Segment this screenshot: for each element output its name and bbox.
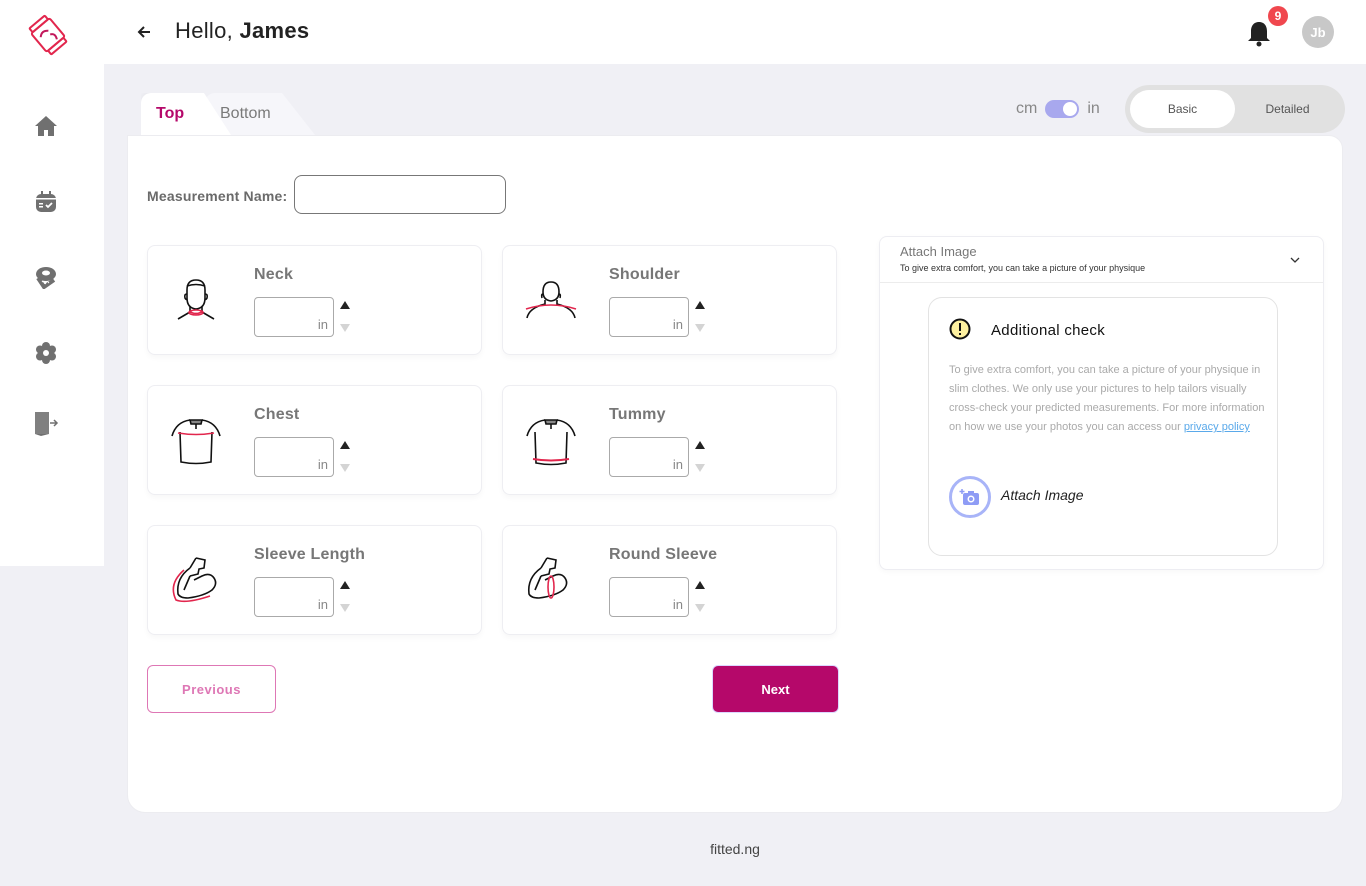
measurement-name-input[interactable] xyxy=(294,175,506,214)
decrement-arrow-icon[interactable] xyxy=(695,324,705,332)
avatar[interactable]: Jb xyxy=(1302,16,1334,48)
field-input-box: in xyxy=(609,437,689,477)
fitted-logo[interactable] xyxy=(28,14,68,56)
unit-label: in xyxy=(672,597,683,612)
attach-image-button[interactable]: Attach Image xyxy=(1001,487,1084,503)
notification-badge: 9 xyxy=(1268,6,1288,26)
field-label: Shoulder xyxy=(609,266,680,283)
measurement-field-neck: Neck in xyxy=(147,245,482,355)
unit-label: in xyxy=(317,457,328,472)
unit-label: in xyxy=(672,457,683,472)
shoulder-icon xyxy=(523,274,579,330)
additional-check-title: Additional check xyxy=(991,322,1106,339)
field-input-box: in xyxy=(254,297,334,337)
previous-button[interactable]: Previous xyxy=(147,665,276,713)
increment-arrow-icon[interactable] xyxy=(695,581,705,589)
measurement-name-label: Measurement Name: xyxy=(147,188,288,204)
unit-label: in xyxy=(672,317,683,332)
round-sleeve-icon xyxy=(523,554,579,610)
field-label: Chest xyxy=(254,406,300,423)
field-input-box: in xyxy=(254,577,334,617)
additional-check-body: To give extra comfort, you can take a pi… xyxy=(949,361,1265,437)
add-photo-camera-icon[interactable] xyxy=(949,476,991,518)
measurement-field-chest: Chest in xyxy=(147,385,482,495)
gear-icon[interactable] xyxy=(32,339,60,367)
decrement-arrow-icon[interactable] xyxy=(695,464,705,472)
home-icon[interactable] xyxy=(32,112,60,140)
greeting-text: Hello, xyxy=(175,18,234,43)
field-input-box: in xyxy=(609,297,689,337)
increment-arrow-icon[interactable] xyxy=(340,301,350,309)
attach-image-panel: Attach Image To give extra comfort, you … xyxy=(879,236,1324,570)
increment-arrow-icon[interactable] xyxy=(695,441,705,449)
top-bar: Hello, James 9 Jb xyxy=(104,0,1366,64)
next-button[interactable]: Next xyxy=(712,665,839,713)
attach-image-subtitle: To give extra comfort, you can take a pi… xyxy=(900,263,1146,273)
field-label: Round Sleeve xyxy=(609,546,718,563)
field-input-box: in xyxy=(609,577,689,617)
attach-image-accordion-header[interactable]: Attach Image To give extra comfort, you … xyxy=(880,237,1323,283)
unit-cm-label: cm xyxy=(1016,100,1038,117)
attach-image-title: Attach Image xyxy=(900,244,977,259)
calendar-check-icon[interactable] xyxy=(32,188,60,216)
decrement-arrow-icon[interactable] xyxy=(695,604,705,612)
unit-toggle: cm in xyxy=(1016,100,1100,118)
field-label: Tummy xyxy=(609,406,666,423)
switch-knob xyxy=(1063,102,1078,116)
decrement-arrow-icon[interactable] xyxy=(340,324,350,332)
mode-basic-button[interactable]: Basic xyxy=(1130,90,1235,128)
unit-label: in xyxy=(317,317,328,332)
increment-arrow-icon[interactable] xyxy=(340,441,350,449)
footer-brand: fitted.ng xyxy=(710,841,760,857)
mode-segmented-control: Basic Detailed xyxy=(1125,85,1345,133)
chevron-down-icon[interactable] xyxy=(1289,253,1301,265)
mode-detailed-button[interactable]: Detailed xyxy=(1235,90,1340,128)
decrement-arrow-icon[interactable] xyxy=(340,604,350,612)
unit-label: in xyxy=(317,597,328,612)
page-title: Hello, James xyxy=(175,18,309,44)
logout-door-icon[interactable] xyxy=(32,409,60,437)
increment-arrow-icon[interactable] xyxy=(695,301,705,309)
warning-icon xyxy=(949,318,971,340)
increment-arrow-icon[interactable] xyxy=(340,581,350,589)
tape-measure-icon[interactable] xyxy=(32,263,60,291)
measurement-field-shoulder: Shoulder in xyxy=(502,245,837,355)
chest-icon xyxy=(168,414,224,470)
field-label: Neck xyxy=(254,266,294,283)
field-input-box: in xyxy=(254,437,334,477)
unit-switch[interactable] xyxy=(1045,100,1080,118)
additional-check-card: Additional check To give extra comfort, … xyxy=(928,297,1278,556)
privacy-policy-link[interactable]: privacy policy xyxy=(1184,421,1250,433)
unit-in-label: in xyxy=(1087,100,1100,117)
measurement-field-sleeve-length: Sleeve Length in xyxy=(147,525,482,635)
back-arrow-icon[interactable] xyxy=(136,20,156,44)
user-name: James xyxy=(239,18,310,43)
measurement-field-tummy: Tummy in xyxy=(502,385,837,495)
sleeve-length-icon xyxy=(168,554,224,610)
tummy-icon xyxy=(523,414,579,470)
sidebar xyxy=(0,0,104,566)
measurement-field-round-sleeve: Round Sleeve in xyxy=(502,525,837,635)
neck-icon xyxy=(168,274,224,330)
decrement-arrow-icon[interactable] xyxy=(340,464,350,472)
field-label: Sleeve Length xyxy=(254,546,366,563)
